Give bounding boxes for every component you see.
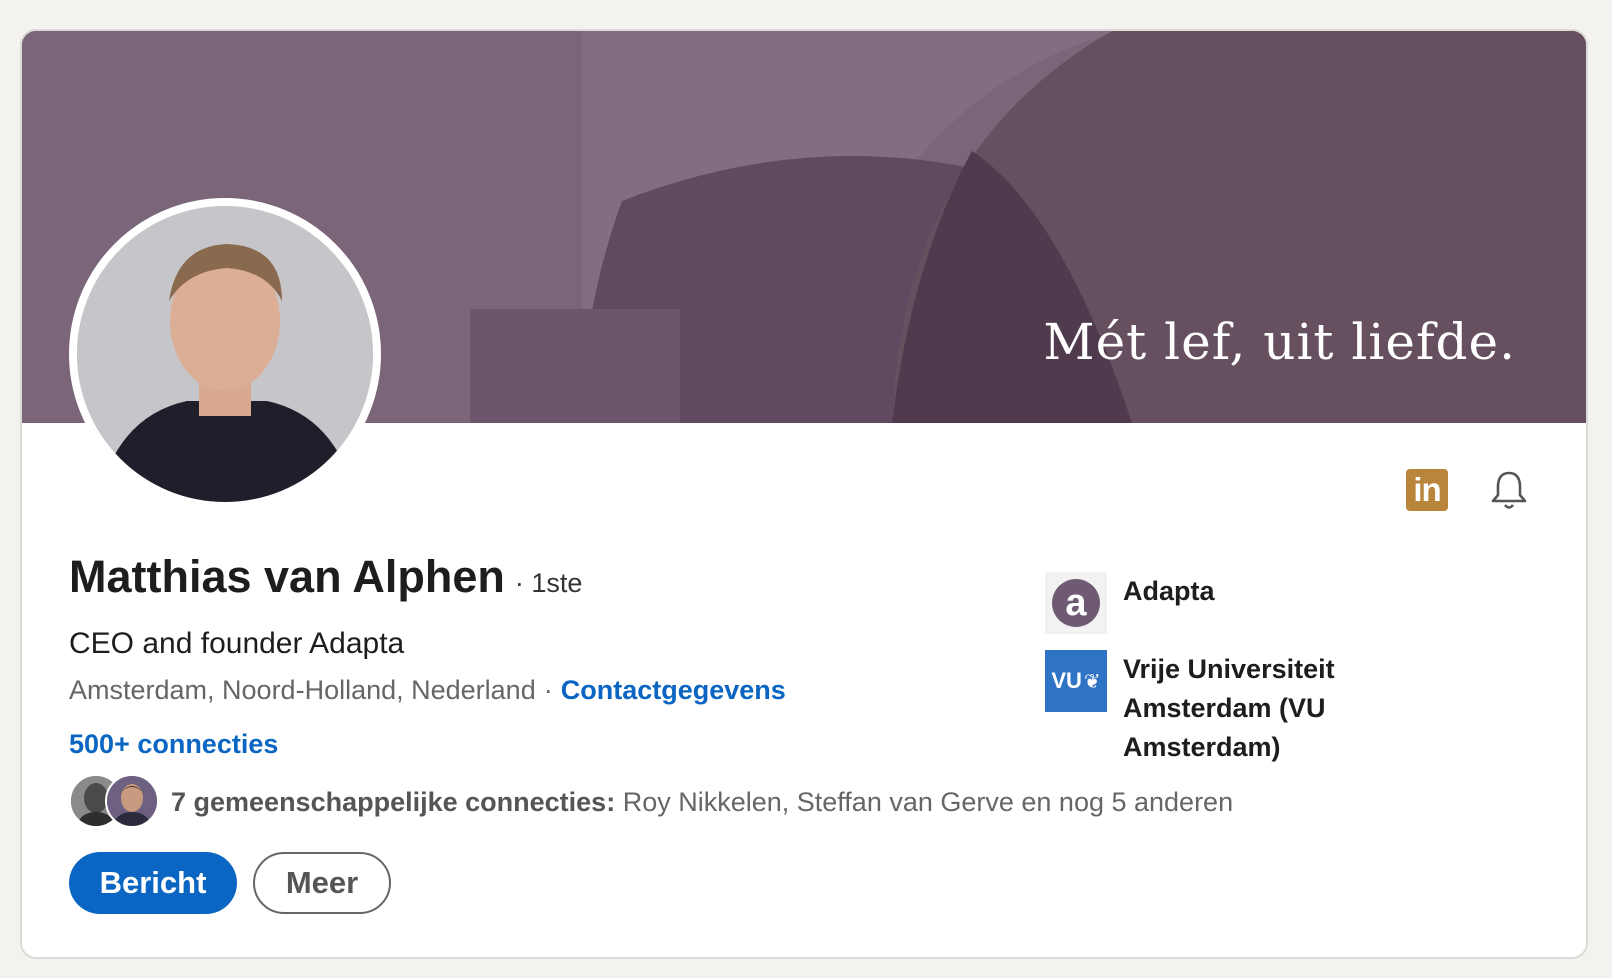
- location-row: Amsterdam, Noord-Holland, Nederland · Co…: [69, 675, 786, 706]
- profile-card: Mét lef, uit liefde. in Matthias van Alp…: [20, 29, 1588, 959]
- action-buttons: Bericht Meer: [69, 852, 391, 914]
- banner-tagline: Mét lef, uit liefde.: [1043, 313, 1516, 371]
- linkedin-premium-icon[interactable]: in: [1406, 469, 1448, 511]
- org-name: Adapta: [1123, 576, 1215, 606]
- mutual-names: Roy Nikkelen, Steffan van Gerve en nog 5…: [622, 786, 1234, 817]
- message-button[interactable]: Bericht: [69, 852, 237, 914]
- mutual-avatar: [105, 774, 159, 828]
- org-item-adapta[interactable]: a Adapta: [1045, 572, 1363, 634]
- mutual-text: 7 gemeenschappelijke connecties: Roy Nik…: [171, 787, 1233, 818]
- contact-info-link[interactable]: Contactgegevens: [561, 675, 786, 706]
- name-row: Matthias van Alphen · 1ste: [69, 551, 582, 603]
- organizations: a Adapta VU ❦ Vrije Universiteit Amsterd…: [1045, 572, 1363, 783]
- vu-logo-icon: VU ❦: [1045, 650, 1107, 712]
- griffin-icon: ❦: [1083, 670, 1101, 693]
- profile-headline: CEO and founder Adapta: [69, 627, 405, 660]
- adapta-logo-icon: a: [1045, 572, 1107, 634]
- profile-avatar[interactable]: [69, 198, 381, 510]
- connection-degree: · 1ste: [514, 568, 583, 598]
- org-name: Vrije Universiteit Amsterdam (VU Amsterd…: [1123, 654, 1335, 762]
- more-button[interactable]: Meer: [253, 852, 391, 914]
- mutual-count: 7 gemeenschappelijke connecties:: [171, 786, 616, 817]
- avatar-photo: [77, 206, 373, 502]
- bell-icon[interactable]: [1488, 469, 1530, 511]
- connections-link[interactable]: 500+ connecties: [69, 729, 278, 760]
- mutual-avatars: [69, 774, 159, 830]
- profile-name: Matthias van Alphen: [69, 551, 505, 602]
- org-item-vu[interactable]: VU ❦ Vrije Universiteit Amsterdam (VU Am…: [1045, 650, 1363, 767]
- profile-location: Amsterdam, Noord-Holland, Nederland: [69, 675, 536, 705]
- location-separator: ·: [543, 675, 553, 705]
- top-icons: in: [1406, 469, 1530, 511]
